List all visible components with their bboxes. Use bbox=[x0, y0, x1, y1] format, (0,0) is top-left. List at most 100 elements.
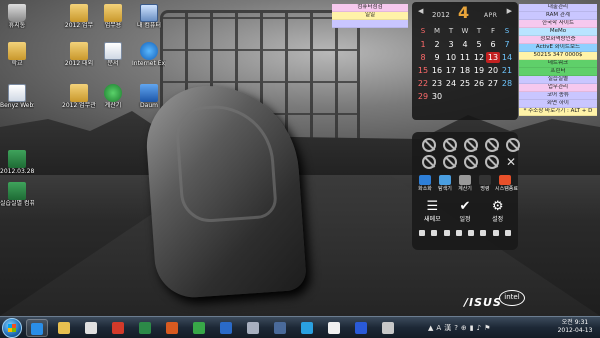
empty-slot-icon[interactable] bbox=[506, 138, 520, 152]
launcher-app[interactable]: 시스템종료 bbox=[495, 175, 518, 192]
launcher-app[interactable]: 화소화 bbox=[415, 175, 435, 192]
calendar-day[interactable]: 12 bbox=[472, 52, 486, 63]
desktop-icon[interactable]: 2012 대외 bbox=[62, 42, 96, 67]
strip-tool-icon[interactable] bbox=[480, 230, 487, 236]
sticky-note[interactable]: 코어 종류 bbox=[519, 92, 597, 100]
empty-slot-icon[interactable] bbox=[485, 138, 499, 152]
sticky-note[interactable]: 5021S 347 0000$ bbox=[519, 52, 597, 60]
desktop-icon[interactable]: 업무용 bbox=[96, 4, 130, 29]
sticky-note[interactable]: 일일 bbox=[332, 12, 408, 20]
taskbar-utorrent-button[interactable] bbox=[188, 319, 210, 337]
strip-tool-icon[interactable] bbox=[504, 230, 511, 236]
calendar-day[interactable]: 25 bbox=[458, 78, 472, 89]
tray-icon[interactable]: ⊕ bbox=[461, 324, 467, 332]
desktop-icon[interactable]: 계산기 bbox=[96, 84, 130, 109]
tray-icon[interactable]: 漢 bbox=[444, 323, 451, 333]
empty-slot-icon[interactable] bbox=[422, 138, 436, 152]
empty-slot-icon[interactable] bbox=[464, 155, 478, 169]
calendar-day[interactable]: 20 bbox=[486, 65, 500, 76]
taskbar-clock[interactable]: 오전 9:31 2012-04-13 bbox=[555, 319, 595, 335]
sticky-note[interactable]: 한국학 사이트 bbox=[519, 20, 597, 28]
calendar-day[interactable]: 15 bbox=[416, 65, 430, 76]
calendar-day[interactable]: 11 bbox=[458, 52, 472, 63]
strip-tool-icon[interactable] bbox=[419, 230, 426, 236]
desktop-icon[interactable]: Internet Explorer bbox=[132, 42, 166, 67]
calendar-day[interactable]: 19 bbox=[472, 65, 486, 76]
calendar-day[interactable]: 1 bbox=[416, 39, 430, 50]
taskbar-paint-button[interactable] bbox=[377, 319, 399, 337]
empty-slot-icon[interactable] bbox=[443, 138, 457, 152]
desktop-icon[interactable]: 2012 업무관리 bbox=[62, 84, 96, 109]
desktop-icon[interactable]: 2012 업무 bbox=[62, 4, 96, 29]
launcher-note-button[interactable]: ☰ 새메모 bbox=[417, 200, 447, 224]
calendar-day[interactable]: 8 bbox=[416, 52, 430, 63]
taskbar-app-red-button[interactable] bbox=[107, 319, 129, 337]
tray-icon[interactable]: ? bbox=[454, 324, 458, 332]
calendar-day[interactable]: 16 bbox=[430, 65, 444, 76]
launcher-gear-button[interactable]: ⚙ 설정 bbox=[483, 200, 513, 224]
taskbar-hangul-button[interactable] bbox=[215, 319, 237, 337]
sticky-note[interactable] bbox=[332, 20, 408, 28]
launcher-check-button[interactable]: ✔ 일정 bbox=[450, 200, 480, 224]
calendar-day[interactable]: 23 bbox=[430, 78, 444, 89]
sticky-note[interactable]: 정보화역량인증 bbox=[519, 36, 597, 44]
empty-slot-icon[interactable] bbox=[485, 155, 499, 169]
calendar-day[interactable]: 14 bbox=[500, 52, 514, 63]
calendar-day[interactable]: 30 bbox=[430, 91, 444, 102]
taskbar-skype-button[interactable] bbox=[296, 319, 318, 337]
sticky-note[interactable]: RAM 관계 bbox=[519, 12, 597, 20]
calendar-day[interactable]: 4 bbox=[458, 39, 472, 50]
strip-tool-icon[interactable] bbox=[443, 230, 450, 236]
taskbar-media-button[interactable] bbox=[80, 319, 102, 337]
tray-icon[interactable]: ▮ bbox=[470, 324, 474, 332]
taskbar-excel-button[interactable] bbox=[134, 319, 156, 337]
strip-tool-icon[interactable] bbox=[455, 230, 462, 236]
calendar-day[interactable]: 27 bbox=[486, 78, 500, 89]
desktop-icon[interactable]: Benyz WebShare bbox=[0, 84, 34, 109]
taskbar-document-button[interactable] bbox=[323, 319, 345, 337]
desktop-icon[interactable]: 휴지통 bbox=[0, 4, 34, 29]
desktop-icon[interactable]: 내 컴퓨터 bbox=[132, 4, 166, 29]
empty-slot-icon[interactable] bbox=[464, 138, 478, 152]
calendar-day[interactable]: 7 bbox=[500, 39, 514, 50]
calendar-day[interactable]: 26 bbox=[472, 78, 486, 89]
sticky-note[interactable]: ActivE 화이트보드 bbox=[519, 44, 597, 52]
calendar-day[interactable]: 13 bbox=[486, 52, 500, 63]
taskbar-powerpoint-button[interactable] bbox=[161, 319, 183, 337]
calendar-day[interactable]: 9 bbox=[430, 52, 444, 63]
sticky-note[interactable]: 네트워크 bbox=[519, 60, 597, 68]
calendar-day[interactable]: 17 bbox=[444, 65, 458, 76]
tray-icon[interactable]: ⚑ bbox=[484, 324, 490, 332]
taskbar-app-gray-button[interactable] bbox=[242, 319, 264, 337]
desktop-icon[interactable]: 문서 bbox=[96, 42, 130, 67]
strip-tool-icon[interactable] bbox=[431, 230, 438, 236]
taskbar-explorer-button[interactable] bbox=[53, 319, 75, 337]
taskbar-window-button[interactable] bbox=[269, 319, 291, 337]
empty-slot-icon[interactable] bbox=[422, 155, 436, 169]
sticky-note[interactable]: 프린터 bbox=[519, 68, 597, 76]
calendar-day[interactable]: 22 bbox=[416, 78, 430, 89]
calendar-day[interactable]: 28 bbox=[500, 78, 514, 89]
sticky-note[interactable]: 화면 하이 bbox=[519, 100, 597, 108]
sticky-note[interactable]: 업무관리 bbox=[519, 84, 597, 92]
start-button[interactable] bbox=[2, 318, 22, 338]
empty-slot-icon[interactable] bbox=[443, 155, 457, 169]
launcher-app[interactable]: 계산기 bbox=[455, 175, 475, 192]
calendar-day[interactable]: 29 bbox=[416, 91, 430, 102]
sticky-note[interactable]: 컴퓨터점검 bbox=[332, 4, 408, 12]
desktop-icon[interactable]: 실습실별 컴퓨터 bbox=[0, 182, 34, 207]
tools-icon[interactable]: ✕ bbox=[504, 155, 518, 169]
calendar-next-button[interactable]: ▶ bbox=[507, 7, 512, 15]
sticky-note[interactable]: MeMo bbox=[519, 28, 597, 36]
launcher-app[interactable]: 탐색기 bbox=[435, 175, 455, 192]
strip-tool-icon[interactable] bbox=[492, 230, 499, 236]
calendar-prev-button[interactable]: ◀ bbox=[418, 7, 423, 15]
desktop-icon[interactable]: 2012.03.28 bbox=[0, 150, 34, 175]
tray-icon[interactable]: A bbox=[436, 324, 441, 332]
calendar-day[interactable]: 5 bbox=[472, 39, 486, 50]
strip-tool-icon[interactable] bbox=[468, 230, 475, 236]
calendar-day[interactable]: 10 bbox=[444, 52, 458, 63]
calendar-day[interactable]: 3 bbox=[444, 39, 458, 50]
tray-icon[interactable]: ▲ bbox=[428, 324, 433, 332]
calendar-day[interactable]: 21 bbox=[500, 65, 514, 76]
